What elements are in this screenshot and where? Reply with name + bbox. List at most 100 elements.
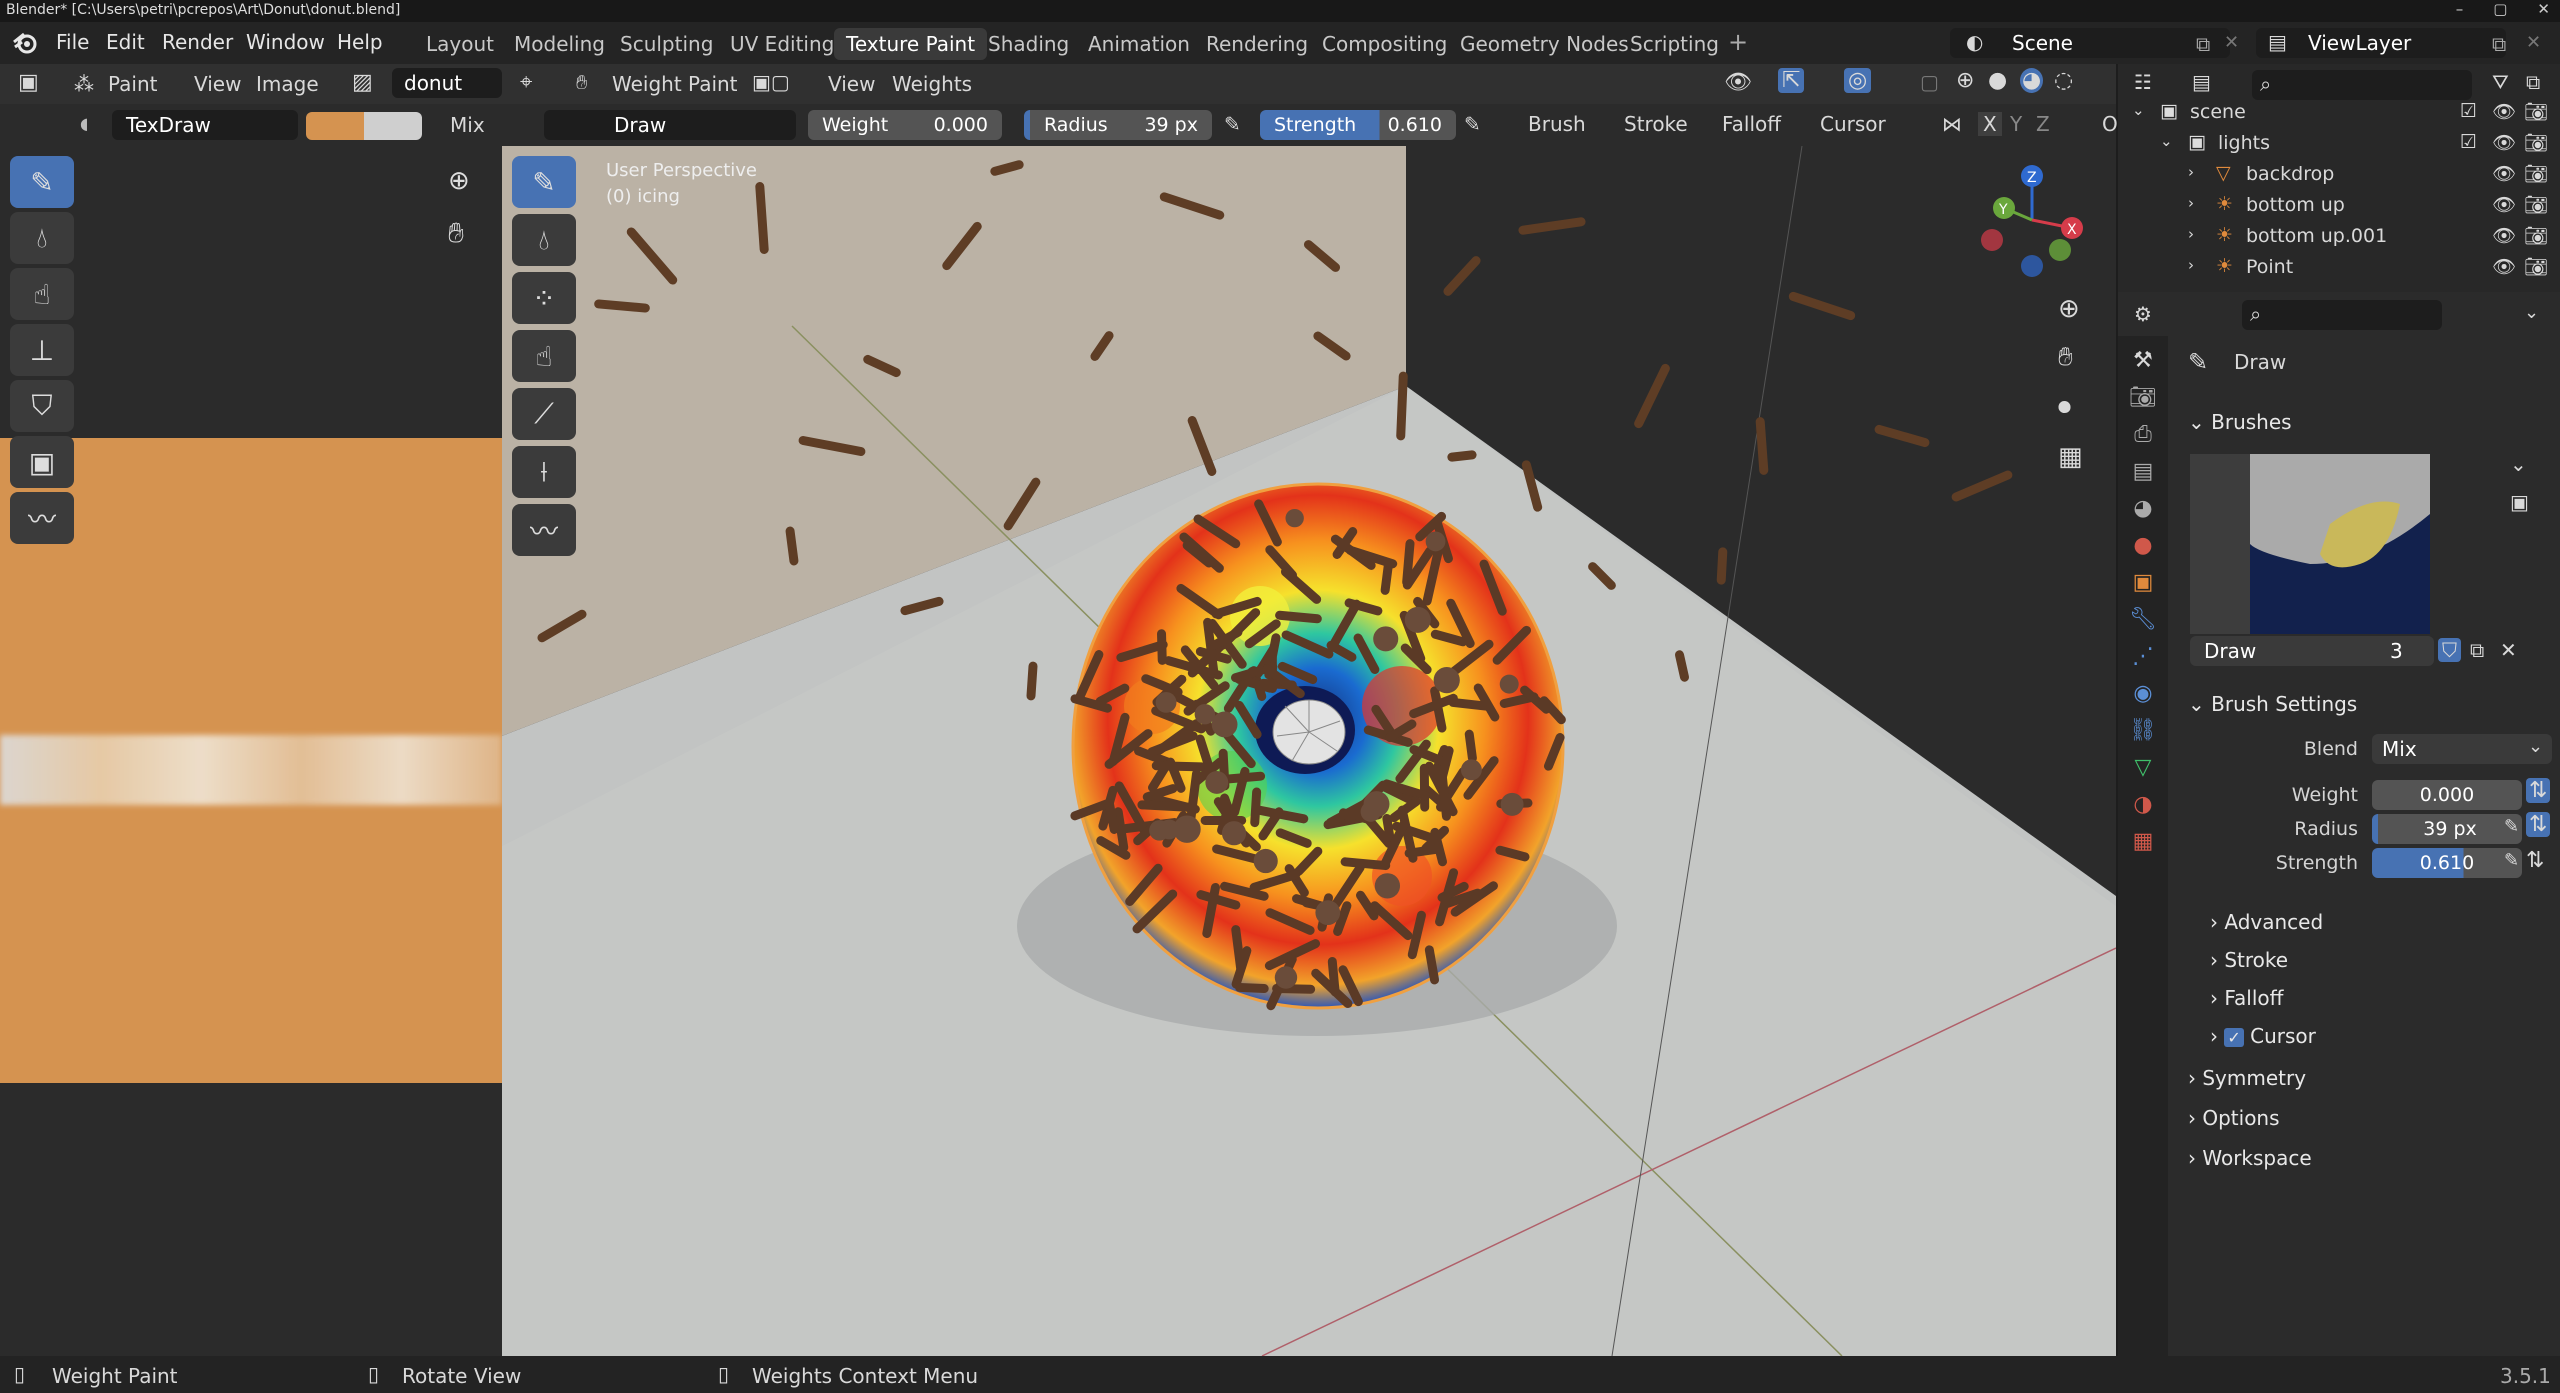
filter-icon[interactable]: ⛛ — [2492, 70, 2509, 94]
blend-select[interactable]: Mix ⌄ — [2372, 734, 2552, 764]
image-browse-icon[interactable]: ▨ — [352, 70, 373, 95]
overlay-icon[interactable]: ◎ — [1844, 68, 1872, 93]
falloff-dropdown[interactable]: Falloff — [1722, 112, 1781, 136]
brush-datablock-name[interactable]: Draw 3 — [2190, 636, 2434, 666]
outliner-editor-icon[interactable]: ☷ — [2134, 70, 2152, 94]
symmetry-icon[interactable]: ⋈ — [1942, 112, 1962, 136]
tab-geometry-nodes[interactable]: Geometry Nodes — [1448, 28, 1641, 60]
subpanel-falloff[interactable]: › Falloff — [2210, 986, 2283, 1010]
primary-color-swatch[interactable] — [306, 112, 364, 140]
tab-sculpting[interactable]: Sculpting — [608, 28, 725, 60]
props-editor-icon[interactable]: ⚙ — [2134, 302, 2152, 326]
axis-z[interactable]: Z — [2036, 112, 2050, 136]
cursor-checkbox[interactable]: ✓ — [2224, 1028, 2244, 1047]
exclude-checkbox[interactable]: ☑ — [2460, 131, 2477, 153]
vp-average-tool[interactable]: ⁘ — [512, 272, 576, 324]
gizmo-icon[interactable]: ⇱ — [1778, 68, 1805, 93]
visibility-icon[interactable]: 👁︎ — [1724, 70, 1752, 95]
exclude-checkbox[interactable]: ☑ — [2460, 100, 2477, 122]
radius-pressure-icon[interactable]: ✎ — [1224, 112, 1241, 136]
eye-icon[interactable]: 👁︎ — [2492, 255, 2516, 278]
3d-viewport[interactable]: User Perspective (0) icing ✎ 💧︎ ⁘ ☝ ⟋ ⟊ … — [502, 146, 2116, 1356]
camera-icon[interactable]: 📷︎ — [2524, 255, 2548, 278]
strength-pressure-icon[interactable]: ✎ — [1464, 112, 1481, 136]
navigation-gizmo[interactable]: Z X Y — [1972, 160, 2092, 280]
world-tab-icon[interactable]: ● — [2133, 533, 2152, 558]
pan-hand-icon[interactable]: ✋︎ — [448, 216, 464, 250]
mask-mode-icon[interactable]: ▣▢ — [752, 70, 790, 94]
blend-mode[interactable]: Mix — [450, 113, 485, 137]
camera-icon[interactable]: 📷︎ — [2524, 100, 2548, 123]
brush-name-field[interactable]: TexDraw — [112, 110, 298, 140]
camera-icon[interactable]: 📷︎ — [2524, 162, 2548, 185]
eye-icon[interactable]: 👁︎ — [2492, 100, 2516, 123]
soften-tool-button[interactable]: 💧︎ — [10, 212, 74, 264]
scene-tab-icon[interactable]: ◕ — [2133, 496, 2152, 521]
output-tab-icon[interactable]: ⎙ — [2134, 422, 2152, 447]
tab-layout[interactable]: Layout — [414, 28, 506, 60]
radius-lock-icon[interactable]: ⇅ — [2526, 812, 2551, 837]
weight-field[interactable]: Weight 0.000 — [808, 110, 1002, 140]
outliner-row[interactable]: › ▽ backdrop 👁︎ 📷︎ — [2118, 160, 2560, 191]
brush-settings-header[interactable]: ⌄ Brush Settings — [2188, 692, 2357, 716]
view-layer-tab-icon[interactable]: ▤ — [2133, 459, 2154, 484]
material-tab-icon[interactable]: ◑ — [2133, 792, 2152, 817]
clone-tool-button[interactable]: ⊥ — [10, 324, 74, 376]
vp-sample-tool[interactable]: ⟊ — [512, 446, 576, 498]
radius-prop-field[interactable]: 39 px — [2372, 814, 2522, 844]
solid-shading-icon[interactable]: ● — [1988, 68, 2007, 93]
zoom-icon[interactable]: ⊕ — [448, 166, 470, 196]
outliner-row[interactable]: › ☀ Point 👁︎ 📷︎ — [2118, 253, 2560, 284]
cursor-dropdown[interactable]: Cursor — [1820, 112, 1886, 136]
brush-preview[interactable] — [2190, 454, 2430, 634]
new-scene-icon[interactable]: ⧉ — [2196, 32, 2210, 56]
eye-icon[interactable]: 👁︎ — [2492, 193, 2516, 216]
subpanel-advanced[interactable]: › Advanced — [2210, 910, 2323, 934]
vp-draw-tool[interactable]: ✎ — [512, 156, 576, 208]
duplicate-brush-icon[interactable]: ⧉ — [2470, 638, 2484, 662]
fake-user-shield-icon[interactable]: ⛉ — [2438, 638, 2461, 662]
object-tab-icon[interactable]: ▣ — [2133, 570, 2154, 595]
strength-prop-field[interactable]: 0.610 — [2372, 848, 2522, 878]
menu-help[interactable]: Help — [337, 30, 383, 54]
menu-file[interactable]: File — [56, 30, 89, 54]
eye-icon[interactable]: 👁︎ — [2492, 162, 2516, 185]
tab-uv-editing[interactable]: UV Editing — [718, 28, 846, 60]
delete-scene-icon[interactable]: ✕ — [2224, 32, 2239, 53]
new-collection-icon[interactable]: ⧉ — [2526, 70, 2540, 94]
vp-gradient-tool[interactable]: ⟋ — [512, 388, 576, 440]
tab-scripting[interactable]: Scripting — [1618, 28, 1731, 60]
tab-modeling[interactable]: Modeling — [502, 28, 617, 60]
outliner-row[interactable]: ⌄ ▣ scene ☑ 👁︎ 📷︎ — [2118, 98, 2560, 129]
scene-selector[interactable]: Scene ◐ — [1950, 28, 2230, 58]
disclosure-icon[interactable]: › — [2188, 256, 2194, 274]
axis-y[interactable]: Y — [2010, 112, 2022, 136]
image-name-field[interactable]: donut — [392, 68, 502, 98]
physics-tab-icon[interactable]: ◉ — [2133, 681, 2152, 706]
props-search[interactable]: ⌕ — [2242, 300, 2442, 330]
camera-view-icon[interactable]: ⏺ — [2058, 392, 2071, 423]
mode-dropdown[interactable]: Weight Paint — [612, 72, 738, 96]
panel-workspace[interactable]: › Workspace — [2188, 1146, 2312, 1170]
tab-texture-paint[interactable]: Texture Paint — [834, 28, 988, 60]
paint-mode-dropdown[interactable]: Paint — [108, 72, 158, 96]
brush-image-icon[interactable]: ▣ — [2510, 490, 2529, 514]
stroke-dropdown[interactable]: Stroke — [1624, 112, 1688, 136]
camera-icon[interactable]: 📷︎ — [2524, 224, 2548, 247]
smear-tool-button[interactable]: ☝ — [10, 268, 74, 320]
disclosure-icon[interactable]: ⌄ — [2132, 101, 2145, 119]
disclosure-icon[interactable]: ⌄ — [2160, 132, 2173, 150]
brush-dropdown[interactable]: Brush — [1528, 112, 1586, 136]
tab-rendering[interactable]: Rendering — [1194, 28, 1320, 60]
tab-animation[interactable]: Animation — [1076, 28, 1202, 60]
viewport-editor-type-icon[interactable]: ⌖ — [520, 70, 532, 95]
camera-icon[interactable]: 📷︎ — [2524, 131, 2548, 154]
editor-type-icon[interactable]: ▣ — [18, 70, 39, 95]
render-tab-icon[interactable]: 📷︎ — [2129, 385, 2157, 410]
eye-icon[interactable]: 👁︎ — [2492, 131, 2516, 154]
weight-prop-field[interactable]: 0.000 — [2372, 780, 2522, 810]
tool-tab-icon[interactable]: ⚒ — [2133, 348, 2153, 373]
props-options-icon[interactable]: ⌄ — [2524, 302, 2539, 323]
radius-field[interactable]: Radius 39 px — [1024, 110, 1212, 140]
viewport-zoom-icon[interactable]: ⊕ — [2058, 294, 2080, 324]
